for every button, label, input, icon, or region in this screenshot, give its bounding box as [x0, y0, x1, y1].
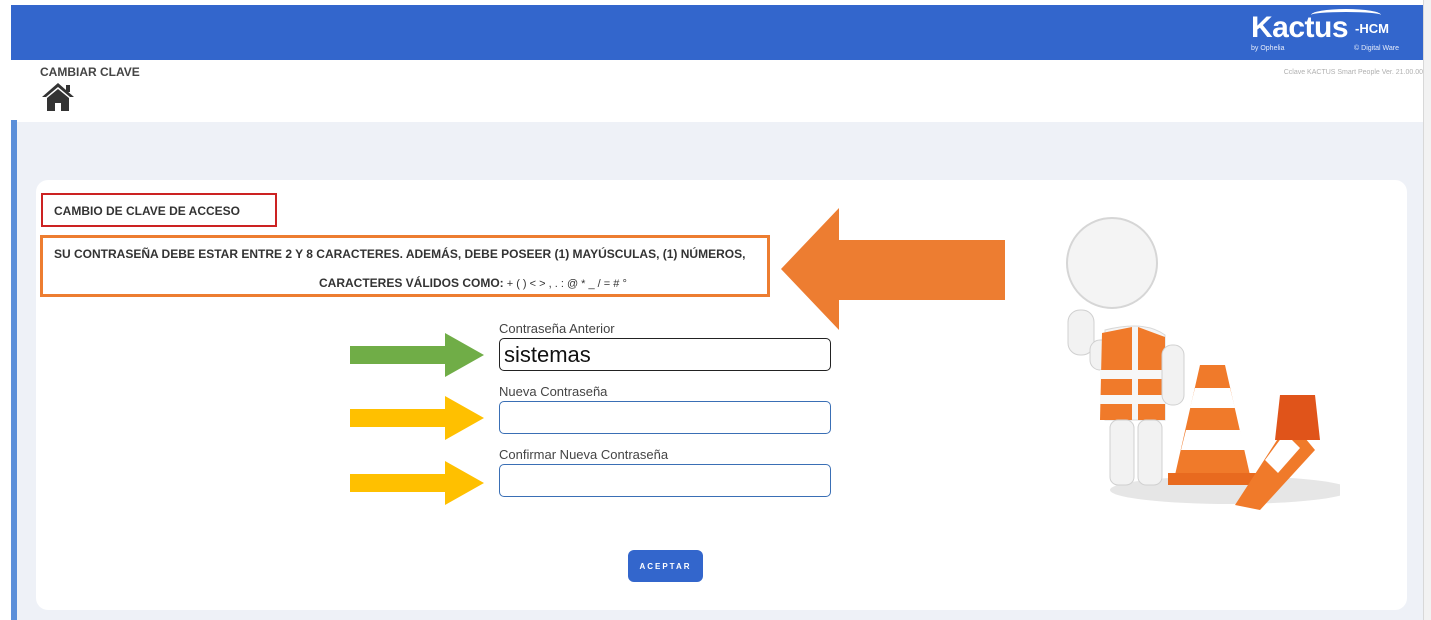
confirm-password-input[interactable] [499, 464, 831, 497]
page-subheader: CAMBIAR CLAVE Cclave KACTUS Smart People… [17, 60, 1423, 122]
confirm-password-label: Confirmar Nueva Contraseña [499, 447, 669, 462]
logo-by: by Ophelia [1251, 45, 1285, 52]
page-title: CAMBIAR CLAVE [40, 65, 140, 79]
logo-suffix: -HCM [1355, 21, 1389, 36]
old-password-label: Contraseña Anterior [499, 321, 615, 336]
logo-text: Kactus [1251, 11, 1349, 44]
password-rules-box: SU CONTRASEÑA DEBE ESTAR ENTRE 2 Y 8 CAR… [40, 235, 770, 297]
valid-chars-list: + ( ) < > , . : @ * _ / = # ° [503, 278, 627, 290]
stop-figure-with-cones-illustration [1066, 217, 1340, 510]
yellow-arrow-icon [350, 396, 484, 440]
green-arrow-icon [350, 333, 484, 377]
yellow-arrow-icon [350, 461, 484, 505]
window-scrollbar[interactable] [1423, 0, 1431, 620]
logo-copyright: © Digital Ware [1354, 45, 1399, 52]
new-password-label: Nueva Contraseña [499, 384, 608, 399]
password-rules-line2: CARACTERES VÁLIDOS COMO: + ( ) < > , . :… [319, 276, 627, 290]
accept-button[interactable]: ACEPTAR [628, 550, 703, 582]
section-title: CAMBIO DE CLAVE DE ACCESO [41, 193, 277, 227]
top-header-bar: Kactus -HCM by Ophelia © Digital Ware [11, 5, 1423, 60]
valid-chars-label: CARACTERES VÁLIDOS COMO: [319, 276, 504, 290]
kactus-logo[interactable]: Kactus -HCM by Ophelia © Digital Ware [1251, 9, 1399, 55]
new-password-input[interactable] [499, 401, 831, 434]
left-margin [0, 0, 11, 620]
old-password-input[interactable] [499, 338, 831, 371]
version-text: Cclave KACTUS Smart People Ver. 21.00.00 [1283, 69, 1423, 76]
orange-arrow-icon [781, 208, 1005, 330]
password-rules-line1: SU CONTRASEÑA DEBE ESTAR ENTRE 2 Y 8 CAR… [54, 247, 746, 261]
home-icon[interactable] [40, 80, 76, 114]
